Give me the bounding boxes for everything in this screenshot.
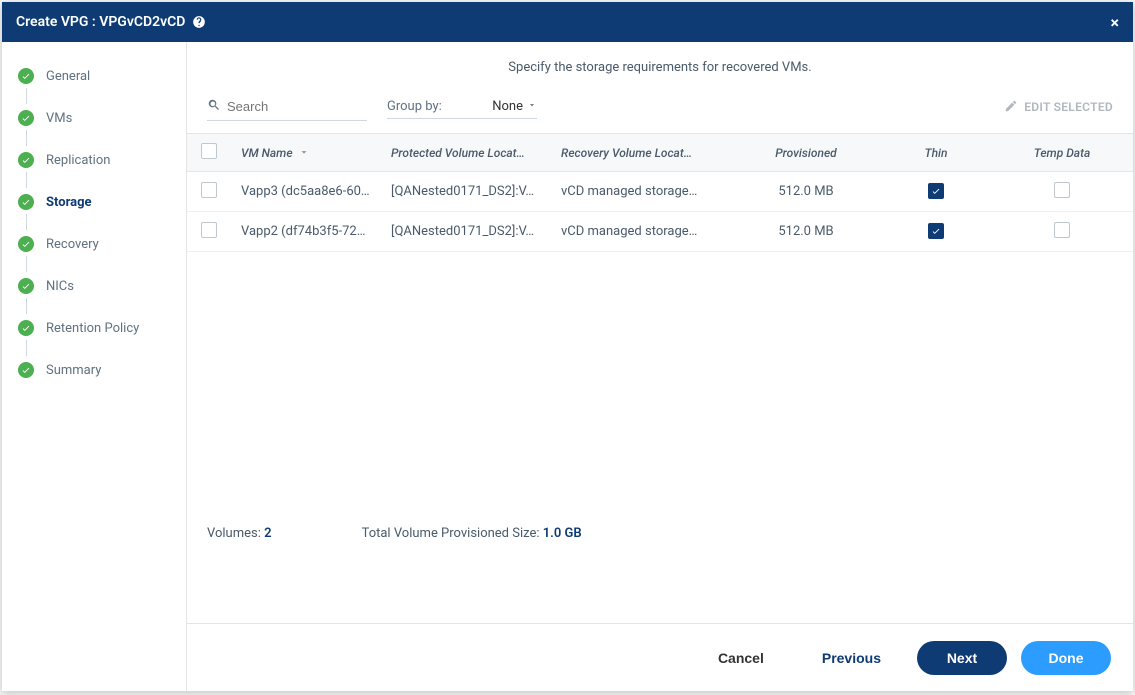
check-icon bbox=[18, 152, 34, 168]
search-input[interactable] bbox=[227, 99, 367, 114]
edit-selected-button[interactable]: EDIT SELECTED bbox=[1004, 99, 1113, 116]
col-thin[interactable]: Thin bbox=[881, 146, 991, 160]
step-general[interactable]: General bbox=[2, 62, 186, 90]
cell-recovery: vCD managed storage… bbox=[551, 184, 731, 199]
search-input-wrap[interactable] bbox=[207, 93, 367, 121]
step-label: Recovery bbox=[46, 237, 99, 252]
select-all-checkbox[interactable] bbox=[201, 143, 217, 159]
step-label: VMs bbox=[46, 111, 72, 126]
table-header: VM Name Protected Volume Locat… Recovery… bbox=[187, 134, 1133, 172]
step-label: Replication bbox=[46, 153, 110, 168]
step-label: Retention Policy bbox=[46, 321, 139, 336]
wizard-sidebar: General VMs Replication Storage Recovery bbox=[2, 42, 187, 691]
groupby-label: Group by: bbox=[387, 99, 442, 114]
step-nics[interactable]: NICs bbox=[2, 272, 186, 300]
cell-provisioned: 512.0 MB bbox=[731, 224, 881, 239]
col-recovery[interactable]: Recovery Volume Locat… bbox=[551, 146, 731, 160]
step-storage[interactable]: Storage bbox=[2, 188, 186, 216]
check-icon bbox=[18, 362, 34, 378]
close-icon[interactable]: × bbox=[1111, 13, 1120, 32]
volumes-value: 2 bbox=[264, 526, 271, 541]
step-vms[interactable]: VMs bbox=[2, 104, 186, 132]
step-recovery[interactable]: Recovery bbox=[2, 230, 186, 258]
groupby-value: None bbox=[492, 99, 523, 114]
modal-header: Create VPG : VPGvCD2vCD × bbox=[2, 2, 1133, 42]
edit-icon bbox=[1004, 99, 1018, 116]
cell-recovery: vCD managed storage… bbox=[551, 224, 731, 239]
page-description: Specify the storage requirements for rec… bbox=[187, 42, 1133, 85]
check-icon bbox=[18, 236, 34, 252]
col-protected[interactable]: Protected Volume Locat… bbox=[381, 146, 551, 160]
step-label: Summary bbox=[46, 363, 101, 378]
edit-selected-label: EDIT SELECTED bbox=[1024, 100, 1113, 114]
summary-bar: Volumes: 2 Total Volume Provisioned Size… bbox=[187, 512, 1133, 555]
totalsize-value: 1.0 GB bbox=[543, 526, 582, 541]
cell-protected: [QANested0171_DS2]:V… bbox=[381, 224, 551, 239]
table-row[interactable]: Vapp2 (df74b3f5-72… [QANested0171_DS2]:V… bbox=[187, 212, 1133, 252]
step-retention-policy[interactable]: Retention Policy bbox=[2, 314, 186, 342]
done-button[interactable]: Done bbox=[1021, 641, 1111, 675]
col-vmname[interactable]: VM Name bbox=[231, 146, 381, 160]
row-checkbox[interactable] bbox=[201, 222, 217, 238]
tempdata-checkbox[interactable] bbox=[1054, 182, 1070, 198]
step-summary[interactable]: Summary bbox=[2, 356, 186, 384]
tempdata-checkbox[interactable] bbox=[1054, 222, 1070, 238]
step-label: Storage bbox=[46, 195, 92, 210]
thin-checkbox[interactable] bbox=[928, 183, 944, 199]
check-icon bbox=[18, 278, 34, 294]
thin-checkbox[interactable] bbox=[928, 223, 944, 239]
cancel-button[interactable]: Cancel bbox=[696, 641, 786, 675]
step-label: General bbox=[46, 69, 90, 84]
check-icon bbox=[18, 110, 34, 126]
next-button[interactable]: Next bbox=[917, 641, 1007, 675]
step-replication[interactable]: Replication bbox=[2, 146, 186, 174]
step-label: NICs bbox=[46, 279, 74, 294]
check-icon bbox=[18, 68, 34, 84]
caret-down-icon bbox=[527, 99, 537, 114]
table-row[interactable]: Vapp3 (dc5aa8e6-60… [QANested0171_DS2]:V… bbox=[187, 172, 1133, 212]
cell-protected: [QANested0171_DS2]:V… bbox=[381, 184, 551, 199]
cell-vmname: Vapp2 (df74b3f5-72… bbox=[231, 224, 381, 239]
sort-down-icon bbox=[299, 146, 309, 160]
footer: Cancel Previous Next Done bbox=[187, 623, 1133, 691]
create-vpg-modal: Create VPG : VPGvCD2vCD × General VMs Re… bbox=[2, 2, 1133, 691]
row-checkbox[interactable] bbox=[201, 182, 217, 198]
volumes-label: Volumes: bbox=[207, 526, 261, 541]
col-provisioned[interactable]: Provisioned bbox=[731, 146, 881, 160]
previous-button[interactable]: Previous bbox=[800, 641, 903, 675]
check-icon bbox=[18, 194, 34, 210]
cell-vmname: Vapp3 (dc5aa8e6-60… bbox=[231, 184, 381, 199]
modal-title: Create VPG : VPGvCD2vCD bbox=[16, 14, 185, 30]
help-icon[interactable] bbox=[191, 14, 207, 30]
groupby-select[interactable]: Group by: None bbox=[387, 95, 537, 119]
storage-table: VM Name Protected Volume Locat… Recovery… bbox=[187, 133, 1133, 252]
cell-provisioned: 512.0 MB bbox=[731, 184, 881, 199]
totalsize-label: Total Volume Provisioned Size: bbox=[362, 526, 540, 541]
search-icon bbox=[207, 97, 221, 116]
check-icon bbox=[18, 320, 34, 336]
col-tempdata[interactable]: Temp Data bbox=[991, 146, 1133, 160]
